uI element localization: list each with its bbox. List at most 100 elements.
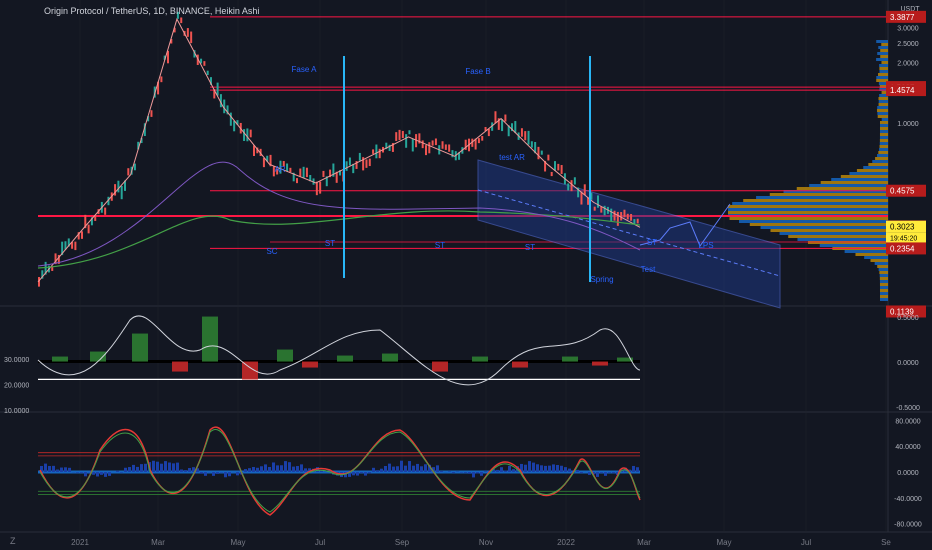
price-candle xyxy=(233,121,235,131)
pane2-histogram-bar xyxy=(202,317,218,362)
price-candle xyxy=(528,131,530,145)
pane3-momentum-bar xyxy=(404,466,407,472)
price-label-text: 0.3023 xyxy=(890,223,915,232)
price-candle xyxy=(190,32,192,44)
price-candle xyxy=(541,151,543,155)
pane3-momentum-bar xyxy=(588,472,591,475)
price-candle xyxy=(432,140,434,145)
volume-profile-bar xyxy=(855,253,888,256)
pane3-momentum-bar xyxy=(284,461,287,472)
x-tick-label: Nov xyxy=(479,538,493,547)
volume-profile-bar xyxy=(875,157,888,160)
pane3-momentum-bar xyxy=(476,472,479,473)
pane3-momentum-bar xyxy=(96,472,99,476)
price-candle xyxy=(230,113,232,126)
chart-canvas[interactable]: 2021 Mar May Jul Sep Nov 2022 Mar May Jul SeUSDT3.… xyxy=(0,0,932,550)
volume-profile-bar xyxy=(880,130,888,133)
pane3-momentum-bar xyxy=(564,467,567,472)
price-candle xyxy=(478,138,480,143)
volume-profile-bar xyxy=(761,226,888,229)
volume-profile-bar xyxy=(756,196,888,199)
pane3-momentum-bar xyxy=(120,472,123,473)
price-candle xyxy=(372,149,374,154)
volume-profile-bar xyxy=(877,106,888,109)
price-candle xyxy=(299,169,301,177)
price-candle xyxy=(597,195,599,207)
price-candle xyxy=(319,182,321,194)
volume-profile-bar xyxy=(841,175,888,178)
pane3-momentum-bar xyxy=(608,472,611,473)
pane3-momentum-bar xyxy=(356,472,359,476)
pane3-momentum-bar xyxy=(76,472,79,473)
x-tick-label: Mar xyxy=(637,538,651,547)
pane3-momentum-bar xyxy=(84,472,87,476)
price-candle xyxy=(121,186,123,199)
pane3-momentum-bar xyxy=(104,472,107,477)
price-label-text: 0.4575 xyxy=(890,187,915,196)
price-candle xyxy=(412,139,414,151)
volume-profile-bar xyxy=(857,169,888,172)
volume-profile-bar xyxy=(879,268,888,271)
price-candle xyxy=(180,17,182,23)
pane3-momentum-bar xyxy=(68,468,71,472)
volume-profile-bar xyxy=(880,139,888,142)
pane3-momentum-bar xyxy=(264,464,267,472)
volume-profile-bar xyxy=(880,292,888,295)
pane3-momentum-bar xyxy=(296,466,299,472)
volume-profile-bar xyxy=(821,181,888,184)
pane3-momentum-bar xyxy=(276,465,279,472)
price-candle xyxy=(571,180,573,191)
pane3-momentum-bar xyxy=(136,467,139,472)
price-candle xyxy=(187,28,189,37)
volume-profile-bar xyxy=(882,118,888,121)
pane2-histogram-bar xyxy=(592,362,608,366)
price-candle xyxy=(375,145,377,159)
price-candle xyxy=(127,168,129,175)
pane3-momentum-bar xyxy=(424,464,427,472)
price-candle xyxy=(289,168,291,172)
price-candle xyxy=(627,214,629,220)
zoom-icon[interactable]: Z xyxy=(10,536,16,546)
volume-profile-bar xyxy=(739,220,888,223)
pane3-momentum-bar xyxy=(304,468,307,472)
pane3-momentum-bar xyxy=(560,466,563,472)
volume-profile-bar xyxy=(878,97,888,100)
volume-profile-bar xyxy=(808,241,888,244)
price-candle xyxy=(243,129,245,141)
price-candle xyxy=(81,231,83,239)
pane3-momentum-bar xyxy=(604,472,607,476)
price-candle xyxy=(623,210,625,218)
price-candle xyxy=(286,163,288,171)
pane3-momentum-bar xyxy=(360,472,363,473)
pane3-momentum-bar xyxy=(300,464,303,472)
price-candle xyxy=(610,209,612,221)
price-candle xyxy=(322,171,324,177)
pane2-y-tick: 30.0000 xyxy=(4,357,29,364)
pane3-right-tick: -80.0000 xyxy=(894,522,922,529)
pane3-momentum-bar xyxy=(496,470,499,472)
price-label-text: 0.2354 xyxy=(890,244,915,253)
volume-profile-bar xyxy=(878,115,888,118)
pane3-momentum-bar xyxy=(164,461,167,472)
pane3-momentum-bar xyxy=(352,472,355,475)
pane3-momentum-bar xyxy=(480,472,483,476)
pane3-momentum-bar xyxy=(156,462,159,472)
price-candle xyxy=(296,178,298,183)
pane3-momentum-bar xyxy=(600,472,603,473)
volume-profile-bar xyxy=(878,46,888,49)
pane3-momentum-bar xyxy=(248,468,251,472)
pane2-histogram-bar xyxy=(432,362,448,372)
price-candle xyxy=(405,134,407,148)
price-candle xyxy=(117,181,119,193)
x-tick-label: Jul xyxy=(315,538,325,547)
pane3-momentum-bar xyxy=(372,468,375,472)
price-candle xyxy=(74,242,76,250)
price-candle xyxy=(134,164,136,171)
volume-profile-bar xyxy=(780,232,888,235)
x-tick-label: Se xyxy=(881,538,891,547)
pane3-momentum-bar xyxy=(412,466,415,472)
pane3-momentum-bar xyxy=(388,464,391,472)
pane2-histogram-bar xyxy=(382,354,398,362)
x-tick-label: Mar xyxy=(151,538,165,547)
pane3-momentum-bar xyxy=(100,472,103,475)
